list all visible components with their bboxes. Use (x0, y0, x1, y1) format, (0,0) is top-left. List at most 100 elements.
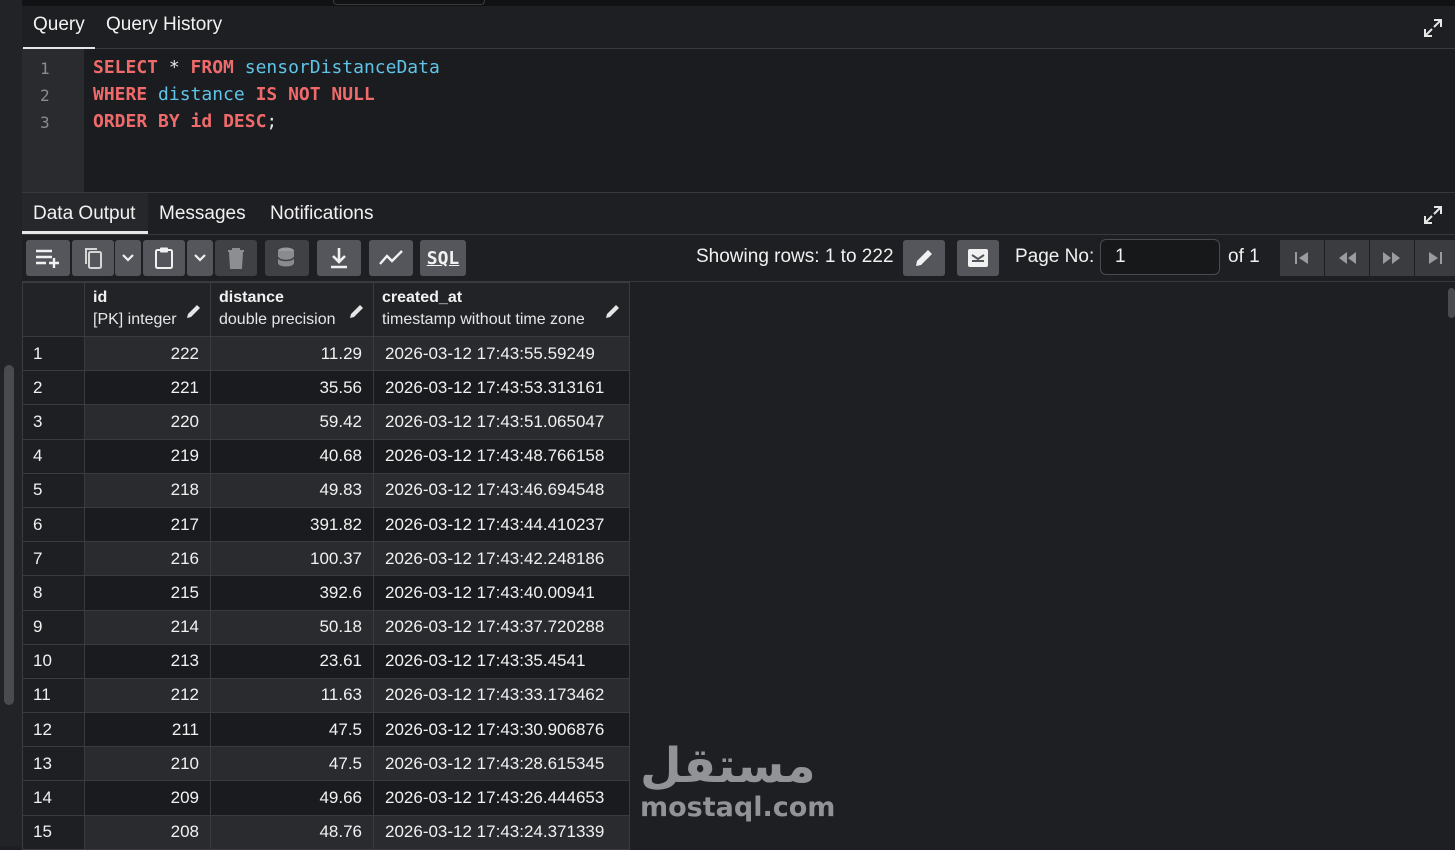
row-number-cell[interactable]: 12 (22, 712, 85, 748)
distance-cell[interactable]: 35.56 (210, 370, 374, 406)
id-cell[interactable]: 213 (84, 643, 211, 679)
edit-rows-button[interactable] (903, 240, 945, 276)
created-at-cell[interactable]: 2026-03-12 17:43:51.065047 (373, 404, 630, 440)
pencil-icon[interactable] (186, 303, 202, 324)
distance-cell[interactable]: 49.66 (210, 780, 374, 816)
row-number-cell[interactable]: 11 (22, 677, 85, 714)
pencil-icon[interactable] (349, 303, 365, 324)
expand-icon[interactable] (1423, 18, 1443, 38)
tab-notifications[interactable]: Notifications (270, 203, 374, 225)
created-at-cell[interactable]: 2026-03-12 17:43:42.248186 (373, 541, 630, 577)
created-at-cell[interactable]: 2026-03-12 17:43:48.766158 (373, 438, 630, 474)
copy-button[interactable] (72, 240, 114, 276)
distance-cell[interactable]: 23.61 (210, 643, 374, 679)
download-button[interactable] (317, 240, 361, 276)
id-cell[interactable]: 217 (84, 506, 211, 543)
tab-query-history[interactable]: Query History (106, 14, 222, 36)
sql-button[interactable]: SQL (420, 240, 466, 276)
id-cell[interactable]: 214 (84, 609, 211, 645)
tab-query[interactable]: Query (23, 14, 95, 49)
created-at-cell[interactable]: 2026-03-12 17:43:28.615345 (373, 746, 630, 782)
distance-cell[interactable]: 11.29 (210, 335, 374, 372)
table-row[interactable]: 2 221 35.56 2026-03-12 17:43:53.313161 (22, 370, 630, 406)
created-at-cell[interactable]: 2026-03-12 17:43:44.410237 (373, 506, 630, 543)
distance-cell[interactable]: 40.68 (210, 438, 374, 474)
created-at-cell[interactable]: 2026-03-12 17:43:30.906876 (373, 712, 630, 748)
distance-cell[interactable]: 392.6 (210, 575, 374, 611)
distance-cell[interactable]: 391.82 (210, 506, 374, 543)
page-number-input[interactable] (1100, 239, 1220, 275)
table-row[interactable]: 14 209 49.66 2026-03-12 17:43:26.444653 (22, 780, 630, 816)
pagination-options-button[interactable] (957, 240, 999, 276)
row-number-cell[interactable]: 9 (22, 609, 85, 645)
id-cell[interactable]: 222 (84, 335, 211, 372)
id-cell[interactable]: 208 (84, 814, 211, 850)
row-number-cell[interactable]: 14 (22, 780, 85, 816)
row-number-cell[interactable]: 13 (22, 746, 85, 782)
column-header-created-at[interactable]: created_at timestamp without time zone (373, 282, 630, 337)
id-cell[interactable]: 219 (84, 438, 211, 474)
graph-visualiser-button[interactable] (369, 240, 413, 276)
table-row[interactable]: 15 208 48.76 2026-03-12 17:43:24.371339 (22, 814, 630, 850)
created-at-cell[interactable]: 2026-03-12 17:43:37.720288 (373, 609, 630, 645)
distance-cell[interactable]: 59.42 (210, 404, 374, 440)
distance-cell[interactable]: 50.18 (210, 609, 374, 645)
grid-scrollbar[interactable] (1448, 288, 1455, 318)
id-cell[interactable]: 210 (84, 746, 211, 782)
row-number-cell[interactable]: 4 (22, 438, 85, 474)
last-page-button[interactable] (1415, 240, 1455, 276)
previous-page-button[interactable] (1325, 240, 1369, 276)
save-data-button[interactable] (265, 240, 309, 276)
table-row[interactable]: 4 219 40.68 2026-03-12 17:43:48.766158 (22, 438, 630, 474)
sql-editor[interactable]: 1 2 3 SELECT * FROM sensorDistanceData W… (22, 49, 1455, 193)
distance-cell[interactable]: 49.83 (210, 472, 374, 508)
table-row[interactable]: 7 216 100.37 2026-03-12 17:43:42.248186 (22, 541, 630, 577)
table-row[interactable]: 10 213 23.61 2026-03-12 17:43:35.4541 (22, 643, 630, 679)
paste-button[interactable] (143, 240, 185, 276)
column-header-distance[interactable]: distance double precision (210, 282, 374, 337)
copy-options-dropdown[interactable] (115, 240, 141, 276)
expand-icon[interactable] (1423, 205, 1443, 225)
table-row[interactable]: 6 217 391.82 2026-03-12 17:43:44.410237 (22, 506, 630, 543)
distance-cell[interactable]: 48.76 (210, 814, 374, 850)
row-number-cell[interactable]: 1 (22, 335, 85, 372)
created-at-cell[interactable]: 2026-03-12 17:43:46.694548 (373, 472, 630, 508)
tab-messages[interactable]: Messages (159, 203, 246, 225)
id-cell[interactable]: 215 (84, 575, 211, 611)
created-at-cell[interactable]: 2026-03-12 17:43:26.444653 (373, 780, 630, 816)
next-page-button[interactable] (1370, 240, 1414, 276)
first-page-button[interactable] (1280, 240, 1324, 276)
table-row[interactable]: 13 210 47.5 2026-03-12 17:43:28.615345 (22, 746, 630, 782)
row-number-cell[interactable]: 15 (22, 814, 85, 850)
id-cell[interactable]: 220 (84, 404, 211, 440)
tab-data-output[interactable]: Data Output (33, 203, 135, 225)
paste-options-dropdown[interactable] (187, 240, 213, 276)
add-row-button[interactable] (26, 240, 70, 276)
column-header-id[interactable]: id [PK] integer (84, 282, 211, 337)
created-at-cell[interactable]: 2026-03-12 17:43:35.4541 (373, 643, 630, 679)
left-scrollbar[interactable] (4, 365, 14, 705)
distance-cell[interactable]: 100.37 (210, 541, 374, 577)
row-number-cell[interactable]: 10 (22, 643, 85, 679)
id-cell[interactable]: 209 (84, 780, 211, 816)
delete-button[interactable] (215, 240, 257, 276)
table-row[interactable]: 9 214 50.18 2026-03-12 17:43:37.720288 (22, 609, 630, 645)
created-at-cell[interactable]: 2026-03-12 17:43:33.173462 (373, 677, 630, 714)
id-cell[interactable]: 212 (84, 677, 211, 714)
created-at-cell[interactable]: 2026-03-12 17:43:40.00941 (373, 575, 630, 611)
created-at-cell[interactable]: 2026-03-12 17:43:53.313161 (373, 370, 630, 406)
table-row[interactable]: 8 215 392.6 2026-03-12 17:43:40.00941 (22, 575, 630, 611)
table-row[interactable]: 11 212 11.63 2026-03-12 17:43:33.173462 (22, 677, 630, 714)
row-number-cell[interactable]: 6 (22, 506, 85, 543)
distance-cell[interactable]: 47.5 (210, 712, 374, 748)
table-row[interactable]: 5 218 49.83 2026-03-12 17:43:46.694548 (22, 472, 630, 508)
id-cell[interactable]: 216 (84, 541, 211, 577)
table-row[interactable]: 12 211 47.5 2026-03-12 17:43:30.906876 (22, 712, 630, 748)
row-number-cell[interactable]: 2 (22, 370, 85, 406)
id-cell[interactable]: 221 (84, 370, 211, 406)
id-cell[interactable]: 211 (84, 712, 211, 748)
table-row[interactable]: 3 220 59.42 2026-03-12 17:43:51.065047 (22, 404, 630, 440)
row-number-cell[interactable]: 5 (22, 472, 85, 508)
distance-cell[interactable]: 47.5 (210, 746, 374, 782)
distance-cell[interactable]: 11.63 (210, 677, 374, 714)
